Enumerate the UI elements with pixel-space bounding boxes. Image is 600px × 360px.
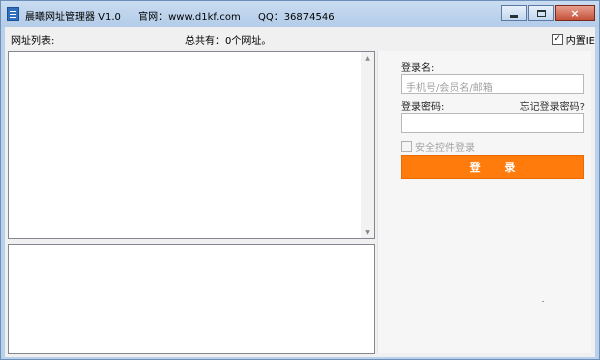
close-icon: × <box>570 6 580 20</box>
detail-pane[interactable] <box>8 244 375 354</box>
qq-text: QQ：36874546 <box>257 12 335 23</box>
password-label: 登录密码: <box>401 102 445 113</box>
forgot-password-link[interactable]: 忘记登录密码? <box>520 98 585 113</box>
minimize-button[interactable] <box>501 5 527 21</box>
website-text: 官网：www.d1kf.com <box>138 12 241 23</box>
checkbox-checked-icon[interactable]: ✓ <box>551 34 563 45</box>
secure-control-checkbox[interactable]: 安全控件登录 <box>401 139 475 154</box>
maximize-button[interactable] <box>528 5 554 21</box>
url-list-scrollbar[interactable]: ▲ ▼ <box>361 52 374 238</box>
minimize-icon <box>510 14 518 18</box>
maximize-icon <box>536 9 546 17</box>
url-list[interactable]: ▲ ▼ <box>8 51 375 239</box>
login-panel: 登录名: 手机号/会员名/邮箱 登录密码: 忘记登录密码? 安全控件登录 登 录 <box>377 51 591 353</box>
builtin-ie-checkbox[interactable]: ✓ 内置IE <box>551 32 595 47</box>
username-input[interactable]: 手机号/会员名/邮箱 <box>401 74 584 94</box>
scroll-down-icon[interactable]: ▼ <box>361 226 374 238</box>
login-button[interactable]: 登 录 <box>401 155 584 179</box>
builtin-ie-label: 内置IE <box>565 36 595 47</box>
username-placeholder: 手机号/会员名/邮箱 <box>406 83 493 94</box>
total-count-label: 总共有：0个网址。 <box>185 36 272 47</box>
close-button[interactable]: × <box>555 5 595 21</box>
window-title: 晨曦网址管理器 V1.0 官网：www.d1kf.com QQ：36874546 <box>25 8 335 23</box>
app-icon <box>7 7 19 21</box>
password-input[interactable] <box>401 113 584 133</box>
scroll-up-icon[interactable]: ▲ <box>361 52 374 64</box>
checkbox-unchecked-icon[interactable] <box>401 141 412 152</box>
username-label: 登录名: <box>401 63 435 74</box>
client-area: 网址列表: 总共有：0个网址。 ✓ 内置IE ▲ ▼ 登录名: 手机号/会员名/… <box>5 27 595 357</box>
app-window: 晨曦网址管理器 V1.0 官网：www.d1kf.com QQ：36874546… <box>0 0 600 360</box>
window-controls: × <box>501 5 595 23</box>
app-name: 晨曦网址管理器 V1.0 <box>25 12 121 23</box>
title-bar[interactable]: 晨曦网址管理器 V1.0 官网：www.d1kf.com QQ：36874546… <box>1 1 599 27</box>
secure-control-label: 安全控件登录 <box>415 143 475 154</box>
status-dot <box>542 301 544 302</box>
url-list-label: 网址列表: <box>11 36 55 47</box>
